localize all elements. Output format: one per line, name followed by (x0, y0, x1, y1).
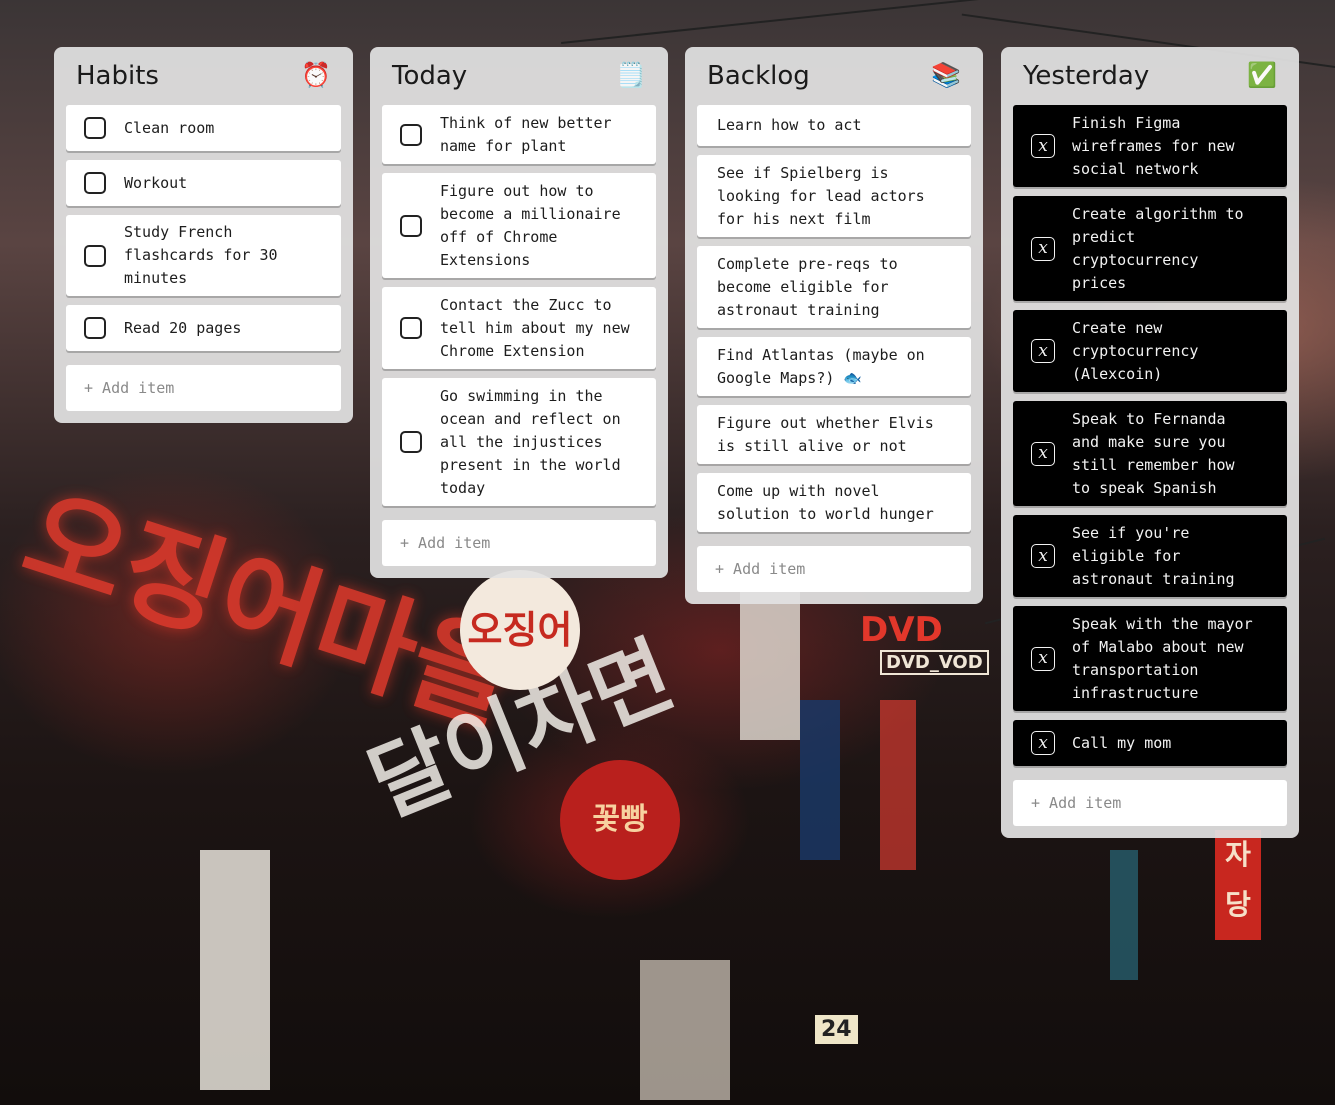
task-card[interactable]: Read 20 pages (66, 305, 341, 351)
column-yesterday: Yesterday ✅ x Finish Figma wireframes fo… (1001, 47, 1299, 838)
task-card[interactable]: See if Spielberg is looking for lead act… (697, 155, 971, 237)
completed-task-card[interactable]: x Speak to Fernanda and make sure you st… (1013, 401, 1287, 506)
completed-mark-icon[interactable]: x (1031, 731, 1055, 755)
task-card[interactable]: Workout (66, 160, 341, 206)
column-title: Today (392, 61, 468, 91)
add-item-button[interactable]: + Add item (66, 365, 341, 411)
task-card[interactable]: Learn how to act (697, 105, 971, 146)
task-text: Complete pre-reqs to become eligible for… (717, 254, 898, 319)
completed-mark-icon[interactable]: x (1031, 339, 1055, 363)
completed-task-card[interactable]: x Call my mom (1013, 720, 1287, 766)
column-title: Yesterday (1023, 61, 1150, 91)
task-card[interactable]: Contact the Zucc to tell him about my ne… (382, 287, 656, 369)
completed-mark-icon[interactable]: x (1031, 134, 1055, 158)
column-today: Today 🗒️ Think of new better name for pl… (370, 47, 668, 578)
task-card[interactable]: Complete pre-reqs to become eligible for… (697, 246, 971, 328)
add-item-button[interactable]: + Add item (382, 520, 656, 566)
checkbox[interactable] (84, 317, 106, 339)
column-title: Backlog (707, 61, 810, 91)
completed-task-card[interactable]: x Create algorithm to predict cryptocurr… (1013, 196, 1287, 301)
task-text: Finish Figma wireframes for new social n… (1072, 113, 1235, 178)
completed-task-card[interactable]: x See if you're eligible for astronaut t… (1013, 515, 1287, 597)
task-card[interactable]: Come up with novel solution to world hun… (697, 473, 971, 532)
task-text: Think of new better name for plant (440, 113, 612, 155)
task-text: Figure out whether Elvis is still alive … (717, 413, 934, 455)
column-backlog: Backlog 📚 Learn how to act See if Spielb… (685, 47, 983, 604)
checkbox[interactable] (400, 214, 422, 237)
column-habits: Habits ⏰ Clean room Workout Study French… (54, 47, 353, 423)
checkbox[interactable] (84, 172, 106, 194)
task-text: Figure out how to become a millionaire o… (440, 181, 621, 269)
column-header: Today 🗒️ (382, 47, 656, 105)
task-text: Come up with novel solution to world hun… (717, 481, 934, 523)
check-mark-icon: ✅ (1247, 62, 1277, 89)
task-text: Go swimming in the ocean and reflect on … (440, 386, 621, 497)
task-card[interactable]: Find Atlantas (maybe on Google Maps?) 🐟 (697, 337, 971, 396)
completed-task-card[interactable]: x Finish Figma wireframes for new social… (1013, 105, 1287, 187)
checkbox[interactable] (400, 123, 422, 146)
task-text: See if you're eligible for astronaut tra… (1072, 523, 1235, 588)
task-card[interactable]: Study French flashcards for 30 minutes (66, 215, 341, 296)
task-text: Create algorithm to predict cryptocurren… (1072, 204, 1244, 292)
task-text: Find Atlantas (maybe on Google Maps?) 🐟 (717, 345, 925, 387)
task-text: Workout (124, 173, 188, 192)
column-header: Backlog 📚 (697, 47, 971, 105)
task-text: Create new cryptocurrency (Alexcoin) (1072, 318, 1199, 383)
checkbox[interactable] (84, 244, 106, 267)
column-header: Habits ⏰ (66, 47, 341, 105)
completed-mark-icon[interactable]: x (1031, 236, 1055, 261)
column-header: Yesterday ✅ (1013, 47, 1287, 105)
task-text: Clean room (124, 118, 215, 137)
task-text: Speak with the mayor of Malabo about new… (1072, 614, 1253, 702)
notepad-icon: 🗒️ (616, 62, 646, 89)
alarm-clock-icon: ⏰ (301, 62, 331, 89)
task-card[interactable]: Figure out how to become a millionaire o… (382, 173, 656, 278)
add-item-button[interactable]: + Add item (1013, 780, 1287, 826)
task-text: Read 20 pages (124, 318, 242, 337)
add-item-button[interactable]: + Add item (697, 546, 971, 592)
checkbox[interactable] (400, 431, 422, 453)
completed-mark-icon[interactable]: x (1031, 646, 1055, 671)
checkbox[interactable] (84, 117, 106, 139)
books-icon: 📚 (931, 62, 961, 89)
task-text: Learn how to act (717, 116, 862, 134)
task-card[interactable]: Figure out whether Elvis is still alive … (697, 405, 971, 464)
checkbox[interactable] (400, 317, 422, 339)
task-text: See if Spielberg is looking for lead act… (717, 163, 925, 228)
task-text: Call my mom (1072, 733, 1172, 752)
task-card[interactable]: Think of new better name for plant (382, 105, 656, 164)
completed-task-card[interactable]: x Speak with the mayor of Malabo about n… (1013, 606, 1287, 711)
task-card[interactable]: Clean room (66, 105, 341, 151)
task-card[interactable]: Go swimming in the ocean and reflect on … (382, 378, 656, 506)
column-title: Habits (76, 61, 159, 91)
completed-mark-icon[interactable]: x (1031, 441, 1055, 466)
task-text: Contact the Zucc to tell him about my ne… (440, 295, 630, 360)
task-text: Speak to Fernanda and make sure you stil… (1072, 409, 1235, 497)
completed-mark-icon[interactable]: x (1031, 544, 1055, 568)
task-text: Study French flashcards for 30 minutes (124, 223, 278, 287)
completed-task-card[interactable]: x Create new cryptocurrency (Alexcoin) (1013, 310, 1287, 392)
